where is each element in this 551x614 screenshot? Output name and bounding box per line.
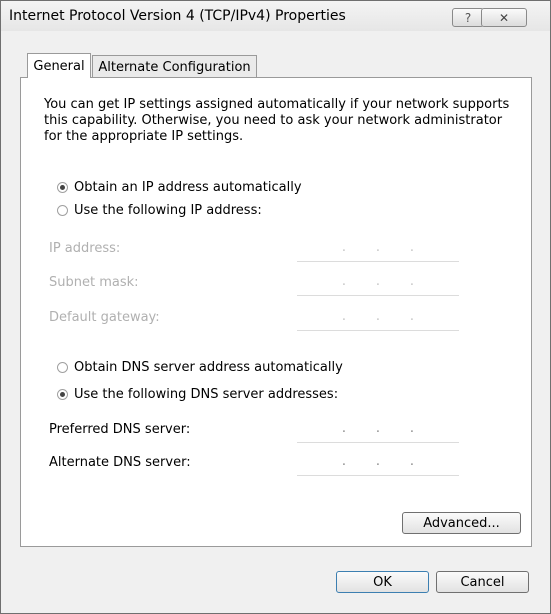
default-gateway-label: Default gateway: xyxy=(49,310,160,325)
dialog-window: Internet Protocol Version 4 (TCP/IPv4) P… xyxy=(0,0,551,614)
radio-use-following-dns[interactable] xyxy=(57,388,68,400)
window-title: Internet Protocol Version 4 (TCP/IPv4) P… xyxy=(9,8,346,24)
title-bar: Internet Protocol Version 4 (TCP/IPv4) P… xyxy=(1,1,550,31)
help-button[interactable]: ? xyxy=(452,8,484,27)
use-following-ip-label: Use the following IP address: xyxy=(74,202,262,218)
help-icon: ? xyxy=(464,10,472,25)
ip-address-field: ... xyxy=(297,234,459,262)
preferred-dns-field[interactable]: ... xyxy=(297,415,459,443)
default-gateway-field: ... xyxy=(297,303,459,331)
tab-alternate-configuration[interactable]: Alternate Configuration xyxy=(92,55,257,78)
description-text: You can get IP settings assigned automat… xyxy=(44,97,510,144)
close-icon: ✕ xyxy=(498,10,510,25)
obtain-ip-auto-option[interactable]: Obtain an IP address automatically xyxy=(57,178,302,196)
ok-button[interactable]: OK xyxy=(336,571,429,593)
obtain-ip-auto-label: Obtain an IP address automatically xyxy=(74,179,302,195)
subnet-mask-field: ... xyxy=(297,268,459,296)
use-following-ip-option[interactable]: Use the following IP address: xyxy=(57,201,262,219)
ip-address-label: IP address: xyxy=(49,241,121,256)
use-following-dns-label: Use the following DNS server addresses: xyxy=(74,386,339,402)
alternate-dns-field[interactable]: ... xyxy=(297,448,459,476)
close-button[interactable]: ✕ xyxy=(481,8,527,27)
subnet-mask-label: Subnet mask: xyxy=(49,275,139,290)
obtain-dns-auto-label: Obtain DNS server address automatically xyxy=(74,359,343,375)
tab-general[interactable]: General xyxy=(27,53,91,78)
radio-obtain-ip-auto[interactable] xyxy=(57,181,68,193)
use-following-dns-option[interactable]: Use the following DNS server addresses: xyxy=(57,385,338,403)
advanced-button[interactable]: Advanced... xyxy=(402,512,521,534)
cancel-button[interactable]: Cancel xyxy=(436,571,529,593)
radio-obtain-dns-auto[interactable] xyxy=(57,361,68,373)
obtain-dns-auto-option[interactable]: Obtain DNS server address automatically xyxy=(57,358,343,376)
radio-use-following-ip[interactable] xyxy=(57,204,68,216)
preferred-dns-label: Preferred DNS server: xyxy=(49,422,191,437)
alternate-dns-label: Alternate DNS server: xyxy=(49,455,191,470)
